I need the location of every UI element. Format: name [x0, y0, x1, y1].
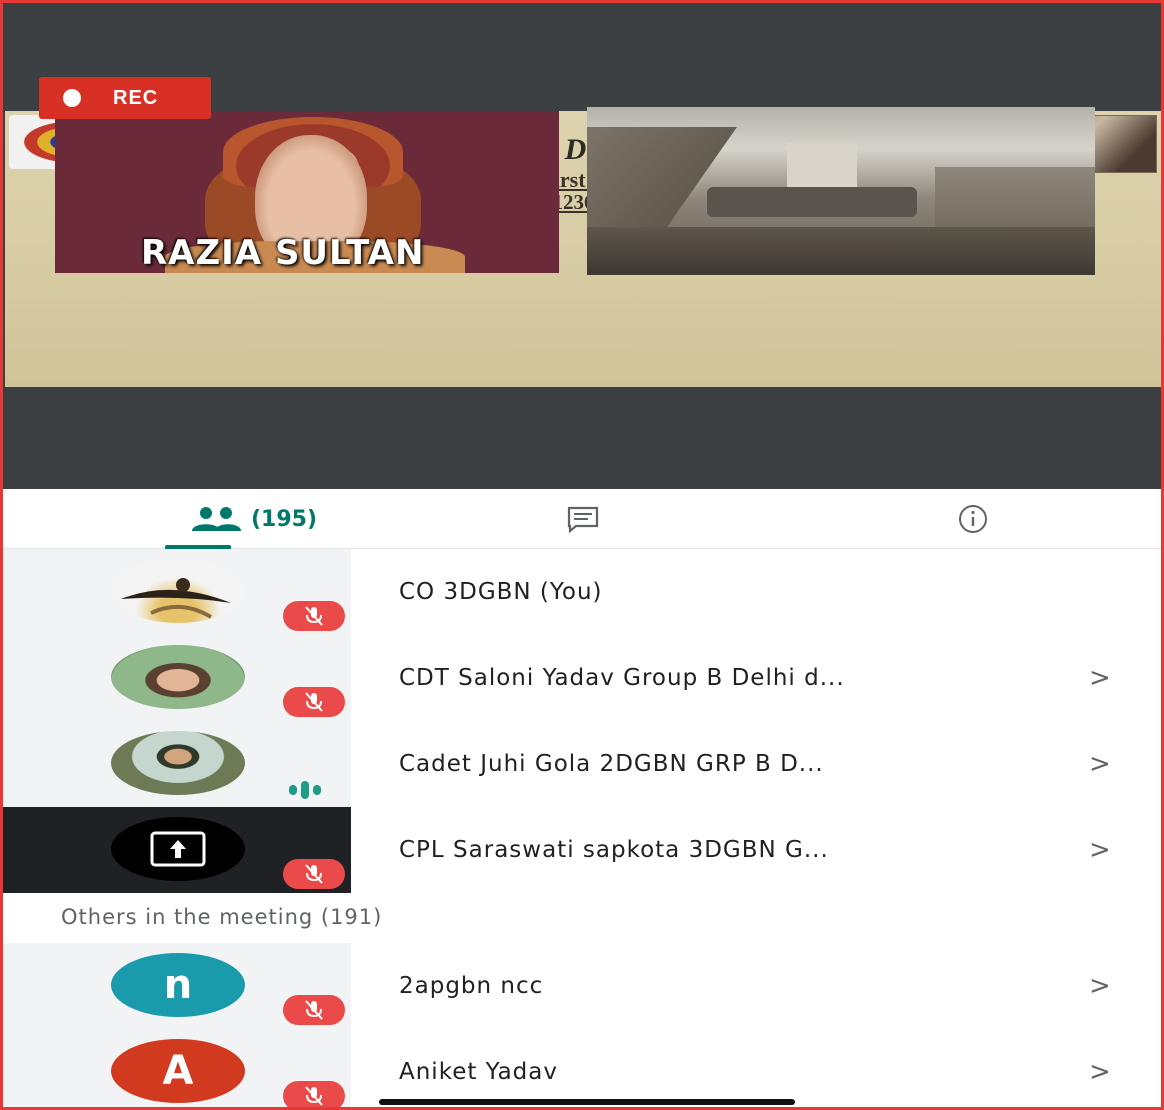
chevron-right-icon[interactable]: > [1089, 807, 1111, 893]
recording-dot-icon [63, 89, 81, 107]
participant-row[interactable]: Cadet Juhi Gola 2DGBN GRP B D... > [3, 721, 1161, 807]
participant-name: CPL Saraswati sapkota 3DGBN G... [399, 837, 829, 863]
participant-name: 2apgbn ncc [399, 973, 544, 999]
info-icon [959, 505, 987, 533]
avatar: n [111, 953, 245, 1017]
tomb-photo [587, 107, 1095, 275]
people-icon [191, 507, 241, 531]
recording-label: REC [113, 86, 159, 109]
chevron-right-icon[interactable]: > [1089, 721, 1111, 807]
chevron-right-icon[interactable]: > [1089, 1029, 1111, 1107]
people-count: (195) [250, 506, 318, 532]
participant-row[interactable]: CDT Saloni Yadav Group B Delhi d... > [3, 635, 1161, 721]
participant-name: Aniket Yadav [399, 1059, 558, 1085]
avatar [111, 559, 245, 623]
avatar [111, 731, 245, 795]
participant-name: Cadet Juhi Gola 2DGBN GRP B D... [399, 751, 824, 777]
tab-info[interactable] [933, 489, 1013, 549]
present-screen-icon [150, 831, 206, 867]
participant-name: CDT Saloni Yadav Group B Delhi d... [399, 665, 845, 691]
participant-name: CO 3DGBN (You) [399, 579, 603, 605]
home-indicator[interactable] [379, 1099, 795, 1105]
participant-row[interactable]: n 2apgbn ncc > [3, 943, 1161, 1029]
tab-chat[interactable] [543, 489, 623, 549]
others-section-label: Others in the meeting (191) [61, 905, 383, 929]
presentation-video[interactable]: REC SLAVE DYNASTY RAZIA SULTAN: First Wo… [3, 3, 1161, 489]
avatar: A [111, 1039, 245, 1103]
mic-off-icon [283, 1081, 345, 1107]
mic-off-icon [283, 859, 345, 889]
mic-off-icon [283, 687, 345, 717]
meet-screen: REC SLAVE DYNASTY RAZIA SULTAN: First Wo… [0, 0, 1164, 1110]
portrait-caption: RAZIA SULTAN [141, 233, 425, 273]
mic-off-icon [283, 995, 345, 1025]
audio-level-icon [289, 781, 321, 799]
recording-indicator: REC [39, 77, 211, 119]
avatar [111, 645, 245, 709]
tab-people[interactable]: (195) [153, 489, 353, 549]
panel-tabs: (195) [3, 489, 1161, 549]
chevron-right-icon[interactable]: > [1089, 635, 1111, 721]
mic-off-icon [283, 601, 345, 631]
bird-photo-icon [121, 578, 231, 619]
participant-row[interactable]: A Aniket Yadav > [3, 1029, 1161, 1107]
razia-sultan-portrait: RAZIA SULTAN [55, 111, 559, 273]
participant-row[interactable]: CO 3DGBN (You) [3, 549, 1161, 635]
participant-row[interactable]: CPL Saraswati sapkota 3DGBN G... > [3, 807, 1161, 893]
chevron-right-icon[interactable]: > [1089, 943, 1111, 1029]
chat-icon [567, 506, 599, 533]
avatar [111, 817, 245, 881]
